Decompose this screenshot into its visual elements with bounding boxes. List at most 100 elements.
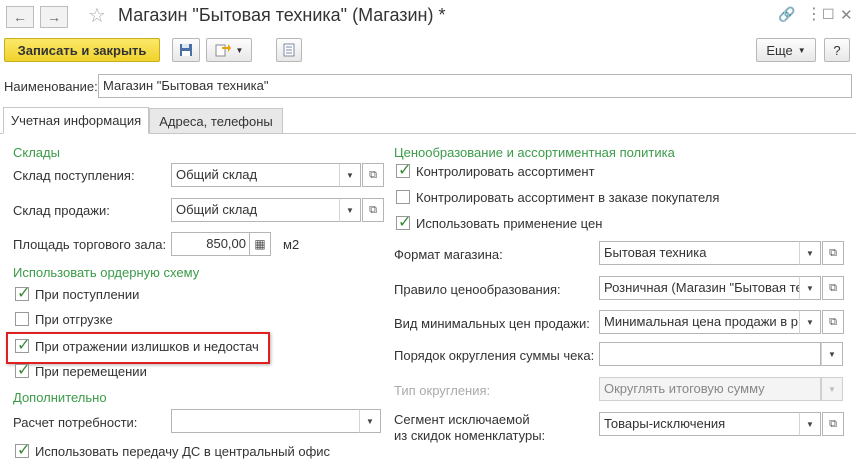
name-label: Наименование: bbox=[4, 79, 98, 94]
chevron-down-icon: ▼ bbox=[806, 248, 814, 258]
window-title: Магазин "Бытовая техника" (Магазин) * bbox=[118, 5, 446, 25]
sales-warehouse-open-button[interactable]: ⧉ bbox=[362, 198, 384, 222]
needs-calc-input[interactable] bbox=[171, 409, 361, 433]
pricing-group-title: Ценообразование и ассортиментная политик… bbox=[394, 145, 675, 160]
control-assortment-label: Контролировать ассортимент bbox=[416, 164, 595, 179]
checkmark-icon: ✓ bbox=[17, 362, 31, 379]
warehouses-group-title: Склады bbox=[13, 145, 60, 160]
open-window-icon: ⧉ bbox=[829, 246, 837, 259]
min-price-open-button[interactable]: ⧉ bbox=[822, 310, 844, 334]
store-format-dropdown[interactable]: ▼ bbox=[799, 241, 821, 265]
chevron-down-icon: ▼ bbox=[828, 384, 836, 394]
area-input[interactable]: 850,00 bbox=[171, 232, 251, 256]
area-unit: м2 bbox=[283, 237, 300, 252]
on-shipment-label: При отгрузке bbox=[35, 312, 113, 327]
link-icon[interactable]: 🔗 bbox=[778, 6, 795, 23]
use-prices-label: Использовать применение цен bbox=[416, 216, 603, 231]
checkmark-icon: ✓ bbox=[398, 162, 412, 179]
price-rule-input[interactable]: Розничная (Магазин "Бытовая те bbox=[599, 276, 801, 300]
chevron-down-icon: ▼ bbox=[346, 170, 354, 180]
maximize-icon[interactable]: ☐ bbox=[822, 6, 835, 23]
checkbox-on-transfer[interactable]: ✓ bbox=[15, 362, 30, 379]
segment-dropdown[interactable]: ▼ bbox=[799, 412, 821, 436]
segment-open-button[interactable]: ⧉ bbox=[822, 412, 844, 436]
segment-label-line2: из скидок номенклатуры: bbox=[394, 428, 546, 443]
calculator-button[interactable]: ▦ bbox=[249, 232, 271, 256]
open-window-icon: ⧉ bbox=[829, 315, 837, 328]
open-window-icon: ⧉ bbox=[369, 203, 377, 216]
rounding-type-input: Округлять итоговую сумму bbox=[599, 377, 821, 401]
sales-warehouse-input[interactable]: Общий склад bbox=[171, 198, 341, 222]
sales-warehouse-dropdown[interactable]: ▼ bbox=[339, 198, 361, 222]
rounding-order-dropdown[interactable]: ▼ bbox=[821, 342, 843, 366]
area-label: Площадь торгового зала: bbox=[13, 237, 167, 252]
forward-button[interactable]: → bbox=[40, 6, 68, 28]
tab-addresses-phones[interactable]: Адреса, телефоны bbox=[149, 108, 283, 134]
arrow-left-icon: ← bbox=[13, 9, 27, 25]
needs-calc-dropdown[interactable]: ▼ bbox=[359, 409, 381, 433]
chevron-down-icon: ▼ bbox=[806, 419, 814, 429]
checkmark-icon: ✓ bbox=[398, 214, 412, 231]
back-button[interactable]: ← bbox=[6, 6, 34, 28]
segment-input[interactable]: Товары-исключения bbox=[599, 412, 801, 436]
checkbox-on-shipment[interactable] bbox=[15, 312, 29, 326]
arrow-right-icon: → bbox=[47, 9, 61, 25]
more-label: Еще bbox=[766, 42, 793, 58]
chevron-down-icon: ▼ bbox=[366, 416, 374, 426]
chevron-down-icon: ▼ bbox=[346, 205, 354, 215]
floppy-icon bbox=[180, 44, 192, 56]
rounding-order-label: Порядок округления суммы чека: bbox=[394, 348, 595, 363]
open-window-icon: ⧉ bbox=[369, 168, 377, 181]
min-price-dropdown[interactable]: ▼ bbox=[799, 310, 821, 334]
segment-label-line1: Сегмент исключаемой bbox=[394, 412, 530, 427]
rounding-type-label: Тип округления: bbox=[394, 383, 491, 398]
checkmark-icon: ✓ bbox=[17, 285, 31, 302]
more-button[interactable]: Еще ▼ bbox=[756, 38, 816, 62]
needs-calc-label: Расчет потребности: bbox=[13, 415, 138, 430]
close-icon[interactable]: ✕ bbox=[840, 6, 853, 24]
chevron-down-icon: ▼ bbox=[235, 45, 244, 55]
price-rule-open-button[interactable]: ⧉ bbox=[822, 276, 844, 300]
transfer-ds-label: Использовать передачу ДС в центральный о… bbox=[35, 444, 331, 459]
receipt-warehouse-open-button[interactable]: ⧉ bbox=[362, 163, 384, 187]
create-document-icon bbox=[215, 44, 231, 57]
open-window-icon: ⧉ bbox=[829, 417, 837, 430]
price-rule-dropdown[interactable]: ▼ bbox=[799, 276, 821, 300]
sales-warehouse-label: Склад продажи: bbox=[13, 203, 110, 218]
save-button[interactable] bbox=[172, 38, 200, 62]
receipt-warehouse-dropdown[interactable]: ▼ bbox=[339, 163, 361, 187]
name-input[interactable]: Магазин "Бытовая техника" bbox=[98, 74, 852, 98]
checkbox-control-assortment-order[interactable] bbox=[396, 190, 410, 204]
create-based-on-button[interactable]: ▼ bbox=[206, 38, 252, 62]
receipt-warehouse-label: Склад поступления: bbox=[13, 168, 135, 183]
min-price-input[interactable]: Минимальная цена продажи в р bbox=[599, 310, 801, 334]
store-format-open-button[interactable]: ⧉ bbox=[822, 241, 844, 265]
checkbox-on-receipt[interactable]: ✓ bbox=[15, 285, 30, 302]
calculator-icon: ▦ bbox=[254, 237, 266, 251]
on-transfer-label: При перемещении bbox=[35, 364, 147, 379]
checkmark-icon: ✓ bbox=[17, 442, 31, 459]
checkbox-use-prices[interactable]: ✓ bbox=[396, 214, 411, 231]
checkmark-icon: ✓ bbox=[17, 337, 31, 354]
store-format-input[interactable]: Бытовая техника bbox=[599, 241, 801, 265]
checkbox-transfer-ds[interactable]: ✓ bbox=[15, 442, 30, 459]
favorite-star-icon[interactable]: ☆ bbox=[88, 3, 106, 28]
more-vertical-icon[interactable]: ⋮ bbox=[806, 4, 822, 24]
help-button[interactable]: ? bbox=[824, 38, 850, 62]
control-assortment-order-label: Контролировать ассортимент в заказе поку… bbox=[416, 190, 720, 205]
save-and-close-button[interactable]: Записать и закрыть bbox=[4, 38, 160, 62]
checkbox-on-surplus-shortage[interactable]: ✓ bbox=[15, 337, 30, 354]
receipt-warehouse-input[interactable]: Общий склад bbox=[171, 163, 341, 187]
chevron-down-icon: ▼ bbox=[806, 317, 814, 327]
rounding-order-input[interactable] bbox=[599, 342, 821, 366]
checkbox-control-assortment[interactable]: ✓ bbox=[396, 162, 411, 179]
list-document-icon bbox=[283, 43, 295, 57]
order-scheme-group-title: Использовать ордерную схему bbox=[13, 265, 200, 280]
min-price-label: Вид минимальных цен продажи: bbox=[394, 316, 590, 331]
report-button[interactable] bbox=[276, 38, 302, 62]
chevron-down-icon: ▼ bbox=[797, 45, 806, 55]
tab-accounting-info[interactable]: Учетная информация bbox=[3, 107, 149, 134]
chevron-down-icon: ▼ bbox=[828, 349, 836, 359]
rounding-type-dropdown: ▼ bbox=[821, 377, 843, 401]
on-surplus-shortage-label: При отражении излишков и недостач bbox=[35, 339, 259, 354]
